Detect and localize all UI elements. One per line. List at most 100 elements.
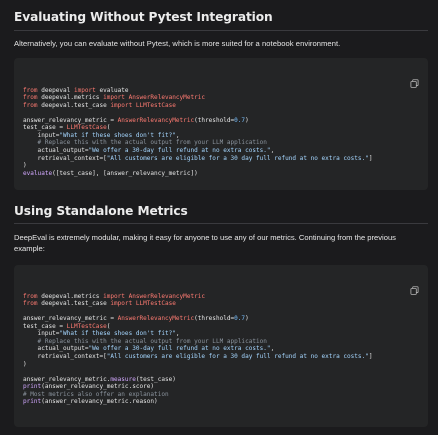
code-token: answer_relevancy_metric. — [23, 375, 111, 383]
code-token: # Replace this with the actual output fr… — [23, 139, 267, 147]
code-token: deepeval.test_case — [37, 300, 111, 308]
heading-divider — [14, 30, 428, 31]
section-description: Alternatively, you can evaluate without … — [14, 39, 341, 48]
code-line: answer_relevancy_metric.measure(test_cas… — [23, 376, 428, 384]
code-token: retrieval_context — [23, 154, 100, 162]
code-line: actual_output="We offer a 30-day full re… — [23, 147, 428, 155]
copy-icon[interactable] — [410, 271, 419, 295]
code-token: ) — [23, 162, 27, 170]
code-block-evaluate[interactable]: from deepeval import evaluate from deepev… — [14, 58, 428, 190]
code-token: ([test_case], [answer_relevancy_metric]) — [52, 169, 198, 177]
code-token: actual_output — [23, 147, 85, 155]
code-token: AnswerRelevancyMetric — [124, 94, 206, 102]
code-token: from — [23, 292, 38, 300]
code-token: 0.7 — [234, 116, 246, 124]
code-line: # Replace this with the actual output fr… — [23, 139, 428, 147]
code-token: import — [110, 101, 133, 109]
code-line: answer_relevancy_metric = AnswerRelevanc… — [23, 117, 428, 125]
code-token: LLMTestCase — [63, 124, 107, 132]
heading-divider — [14, 223, 428, 224]
code-line: answer_relevancy_metric = AnswerRelevanc… — [23, 315, 428, 323]
code-line: input="What if these shoes don't fit?", — [23, 330, 428, 338]
code-token: (answer_relevancy_metric.reason) — [41, 398, 158, 406]
code-token: print — [23, 383, 42, 391]
code-token: answer_relevancy_metric — [23, 116, 111, 124]
code-token: deepeval — [37, 86, 74, 94]
code-token: import — [103, 292, 125, 300]
code-token: "We offer a 30-day full refund at no ext… — [88, 345, 271, 353]
code-token: test_case — [23, 124, 60, 132]
section-description: DeepEval is extremely modular, making it… — [14, 233, 396, 253]
section-heading-evaluating-without-pytest: Evaluating Without Pytest Integration — [14, 10, 273, 24]
copy-icon-glyph — [410, 79, 419, 88]
code-token: (threshold — [194, 315, 231, 323]
code-line: # Most metrics also offer an explanation — [23, 391, 428, 399]
code-line: ) — [23, 162, 428, 170]
code-token: AnswerRelevancyMetric — [114, 116, 195, 124]
code-token: from — [23, 86, 38, 94]
code-token: , — [175, 330, 180, 338]
code-line: print(answer_relevancy_metric.reason) — [23, 398, 428, 406]
code-token: , — [270, 147, 275, 155]
section-heading-standalone-metrics: Using Standalone Metrics — [14, 204, 188, 218]
code-line: from deepeval.test_case import LLMTestCa… — [23, 300, 428, 308]
code-token: LLMTestCase — [132, 300, 176, 308]
code-token: import — [110, 300, 133, 308]
code-token: answer_relevancy_metric — [23, 315, 111, 323]
code-token: "What if these shoes don't fit?" — [59, 131, 176, 139]
code-token: from — [23, 101, 38, 109]
code-token: , — [270, 345, 275, 353]
code-line: retrieval_context=["All customers are el… — [23, 155, 428, 163]
code-token: import — [73, 86, 96, 94]
code-token: "What if these shoes don't fit?" — [59, 330, 176, 338]
code-token: input — [23, 131, 56, 139]
code-token: (threshold — [194, 116, 231, 124]
code-token: ] — [368, 353, 373, 361]
copy-icon[interactable] — [410, 64, 419, 88]
code-line: from deepeval.metrics import AnswerRelev… — [23, 94, 428, 102]
code-token: deepeval.test_case — [37, 101, 111, 109]
code-token: "We offer a 30-day full refund at no ext… — [88, 147, 271, 155]
code-token: retrieval_context — [23, 353, 100, 361]
code-token: deepeval.metrics — [37, 292, 104, 300]
code-token: # Replace this with the actual output fr… — [23, 337, 267, 345]
code-token: "All customers are eligible for a 30 day… — [106, 154, 369, 162]
code-token: test_case — [23, 322, 60, 330]
code-token: "All customers are eligible for a 30 day… — [106, 353, 369, 361]
code-line: from deepeval import evaluate — [23, 87, 428, 95]
code-token: # Most metrics also offer an explanation — [23, 390, 169, 398]
code-token: from — [23, 94, 38, 102]
code-token: AnswerRelevancyMetric — [114, 315, 195, 323]
code-token: evaluate — [23, 169, 53, 177]
code-token: actual_output — [23, 345, 85, 353]
code-line: actual_output="We offer a 30-day full re… — [23, 345, 428, 353]
code-lines: from deepeval import evaluate from deepev… — [23, 87, 428, 178]
copy-icon-glyph — [410, 286, 419, 295]
code-line: test_case = LLMTestCase( — [23, 124, 428, 132]
code-line: ) — [23, 361, 428, 369]
docs-page: Evaluating Without Pytest Integration Al… — [0, 0, 438, 435]
code-token: measure — [110, 375, 136, 383]
code-token: input — [23, 330, 56, 338]
code-lines: from deepeval.metrics import AnswerRelev… — [23, 293, 428, 406]
code-line: evaluate([test_case], [answer_relevancy_… — [23, 170, 428, 178]
code-token: ] — [368, 154, 373, 162]
code-token: ) — [23, 360, 27, 368]
code-token: ) — [245, 116, 249, 124]
code-token: (answer_relevancy_metric.score) — [41, 383, 155, 391]
code-token: LLMTestCase — [63, 322, 107, 330]
code-token: AnswerRelevancyMetric — [124, 292, 206, 300]
code-block-standalone-metric[interactable]: from deepeval.metrics import AnswerRelev… — [14, 265, 428, 427]
code-token: 0.7 — [234, 315, 246, 323]
code-line: from deepeval.test_case import LLMTestCa… — [23, 102, 428, 110]
code-token: (test_case) — [135, 375, 176, 383]
code-token: LLMTestCase — [132, 101, 176, 109]
code-token: import — [103, 94, 125, 102]
code-line: retrieval_context=["All customers are el… — [23, 353, 428, 361]
code-line: input="What if these shoes don't fit?", — [23, 132, 428, 140]
code-line: print(answer_relevancy_metric.score) — [23, 383, 428, 391]
code-token: ( — [106, 322, 111, 330]
